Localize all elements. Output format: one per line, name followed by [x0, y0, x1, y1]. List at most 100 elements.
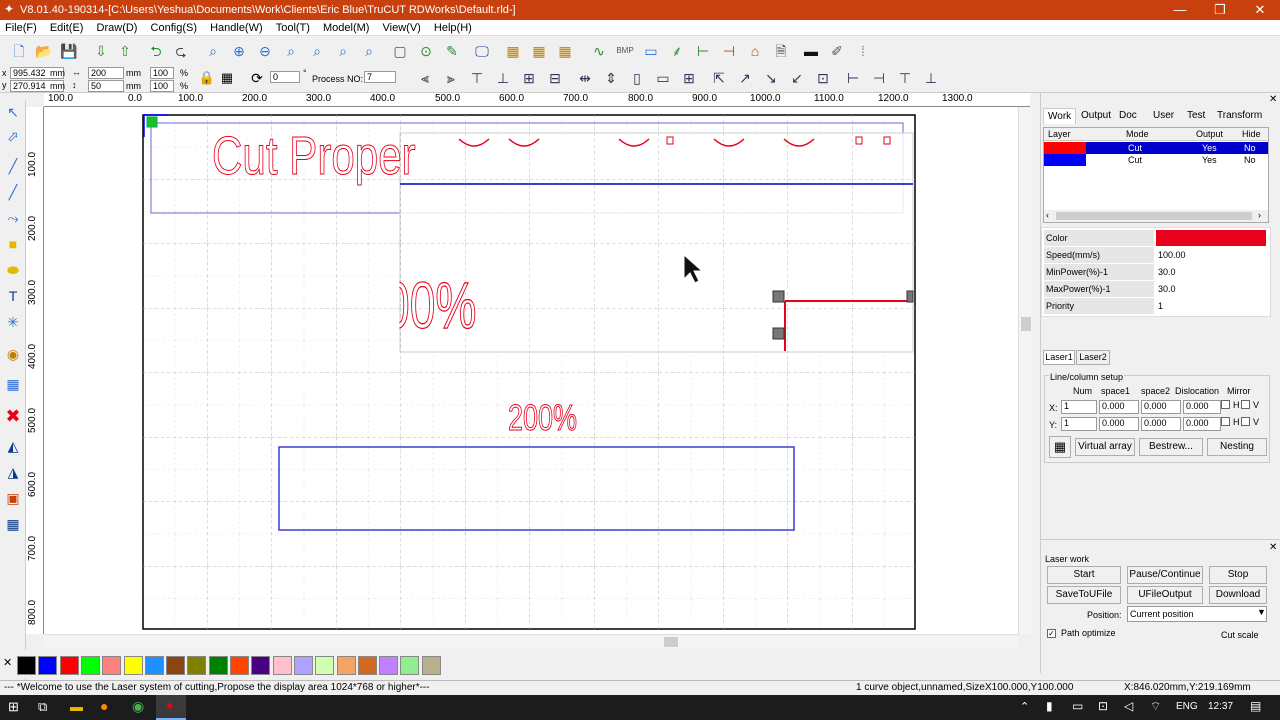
combine-icon[interactable]: ▦	[554, 40, 576, 62]
lc-x-space2[interactable]: 0.000	[1141, 400, 1181, 414]
measure-icon[interactable]: ⊢	[692, 40, 714, 62]
path-optimize-checkbox[interactable]: ✓	[1047, 629, 1056, 638]
layer-scroll-thumb[interactable]	[1056, 212, 1252, 220]
lc-y-dislocation[interactable]: 0.000	[1183, 417, 1221, 431]
lc-y-mirror-v-checkbox[interactable]	[1241, 417, 1250, 426]
zoom-select-icon[interactable]: ⌕	[332, 40, 354, 62]
dot-icon[interactable]: ✳	[3, 312, 23, 332]
language-indicator[interactable]: ENG	[1176, 701, 1198, 712]
virtual-array-button[interactable]: Virtual array	[1075, 438, 1135, 456]
ufile-output-button[interactable]: UFileOutput	[1127, 586, 1203, 604]
tab-doc[interactable]: Doc	[1115, 108, 1141, 123]
palette-swatch[interactable]	[272, 656, 292, 675]
menu-help[interactable]: Help(H)	[429, 20, 477, 36]
people-icon[interactable]: ⌃	[1020, 700, 1029, 713]
save-to-ufile-button[interactable]: SaveToUFile	[1047, 586, 1121, 604]
palette-swatch[interactable]	[17, 656, 36, 675]
tab-output[interactable]: Output	[1077, 108, 1115, 123]
text-tool-icon[interactable]: T	[3, 286, 23, 306]
bestrew-button[interactable]: Bestrew...	[1139, 438, 1203, 456]
file-explorer-icon[interactable]: ▬	[70, 699, 83, 714]
layer-hscrollbar[interactable]: ‹ ›	[1044, 210, 1268, 222]
menu-edit[interactable]: Edit(E)	[45, 20, 89, 36]
canvas-text-200pct[interactable]: 200%	[508, 397, 578, 439]
lc-x-dislocation[interactable]: 0.000	[1183, 400, 1221, 414]
lc-y-space1[interactable]: 0.000	[1099, 417, 1139, 431]
stop-button[interactable]: Stop	[1209, 566, 1267, 584]
dock-left-icon[interactable]: ⊢	[842, 67, 864, 89]
rdworks-icon[interactable]: ✦	[164, 698, 176, 715]
tab-transform[interactable]: Transform	[1213, 108, 1266, 123]
tab-user[interactable]: User	[1149, 108, 1178, 123]
ungroup-icon[interactable]: ▦	[528, 40, 550, 62]
canvas-text-cut-proper[interactable]: Cut Proper	[212, 125, 416, 187]
curve-tool-icon[interactable]: ⤳	[3, 208, 23, 228]
image-icon[interactable]: ◉	[3, 344, 23, 364]
save-icon[interactable]: 💾	[58, 40, 80, 62]
lc-y-space2[interactable]: 0.000	[1141, 417, 1181, 431]
notifications-icon[interactable]: ▤	[1250, 699, 1261, 713]
array-icon[interactable]: ▦	[3, 514, 23, 534]
prop-color-value[interactable]	[1156, 230, 1266, 246]
palette-swatch[interactable]	[400, 656, 420, 675]
tab-laser2[interactable]: Laser2	[1076, 350, 1110, 365]
undo-icon[interactable]: ⮌	[145, 40, 167, 62]
edit-curve-icon[interactable]: ✎	[441, 40, 463, 62]
polyline-icon[interactable]: ╱	[3, 182, 23, 202]
tree-icon[interactable]: ⸙	[666, 40, 688, 62]
maximize-button[interactable]: ❐	[1200, 0, 1240, 20]
move-center-icon[interactable]: ⊡	[812, 67, 834, 89]
monitor-icon[interactable]: 🖵	[471, 40, 493, 62]
hscroll-thumb[interactable]	[664, 637, 678, 647]
move-bottomleft-icon[interactable]: ↙	[786, 67, 808, 89]
zoom-page-icon[interactable]: ⌕	[306, 40, 328, 62]
rectangle-icon[interactable]: ■	[3, 234, 23, 254]
document-icon[interactable]: 🗎	[770, 40, 792, 62]
palette-swatch[interactable]	[357, 656, 377, 675]
dock-bottom-icon[interactable]: ⊥	[920, 67, 942, 89]
clock[interactable]: 12:37	[1208, 701, 1233, 712]
layer-color-icon[interactable]: ▣	[3, 488, 23, 508]
menu-file[interactable]: File(F)	[0, 20, 42, 36]
zoom-out-icon[interactable]: ⊖	[254, 40, 276, 62]
cutter-icon[interactable]: ⌂	[744, 40, 766, 62]
table-row[interactable]: Cut Yes No	[1044, 154, 1268, 166]
palette-swatch[interactable]	[230, 656, 249, 675]
move-bottomright-icon[interactable]: ↘	[760, 67, 782, 89]
volume-icon[interactable]: ◁	[1124, 699, 1133, 713]
prop-priority-value[interactable]: 1	[1156, 298, 1266, 314]
group-icon[interactable]: ▦	[502, 40, 524, 62]
prop-minpower-value[interactable]: 30.0	[1156, 264, 1266, 280]
pen-tool-icon[interactable]: ✐	[826, 40, 848, 62]
scale-x-field[interactable]: 100	[150, 67, 174, 79]
frame-icon[interactable]: ▢	[389, 40, 411, 62]
nesting-button[interactable]: Nesting	[1207, 438, 1267, 456]
bmp-icon[interactable]: BMP	[614, 40, 636, 62]
prop-speed-value[interactable]: 100.00	[1156, 247, 1266, 263]
chrome-icon[interactable]: ◉	[132, 698, 144, 715]
menu-view[interactable]: View(V)	[378, 20, 426, 36]
prop-maxpower-value[interactable]: 30.0	[1156, 281, 1266, 297]
horizontal-scrollbar[interactable]	[44, 634, 1018, 648]
menu-handle[interactable]: Handle(W)	[205, 20, 268, 36]
close-path-icon[interactable]: ⊣	[718, 40, 740, 62]
scale-toggle-icon[interactable]: ▦	[216, 67, 238, 89]
palette-swatch[interactable]	[80, 656, 100, 675]
rotate-field[interactable]: 0	[270, 71, 300, 83]
laser-work-close-icon[interactable]: ✕	[1269, 542, 1277, 553]
cut-scale-label[interactable]: Cut scale	[1221, 630, 1259, 640]
delete-icon[interactable]: ✖	[3, 406, 23, 426]
position-select[interactable]: Current position	[1127, 606, 1267, 622]
open-folder-icon[interactable]: 📂	[33, 40, 55, 62]
minimize-button[interactable]: —	[1160, 0, 1200, 20]
usb-icon[interactable]: ▮	[1046, 699, 1053, 713]
dock-top-icon[interactable]: ⊤	[894, 67, 916, 89]
scale-y-field[interactable]: 100	[150, 80, 174, 92]
palette-swatch[interactable]	[379, 656, 399, 675]
palette-swatch[interactable]	[315, 656, 335, 675]
table-row[interactable]: Cut Yes No	[1044, 142, 1268, 154]
dock-right-icon[interactable]: ⊣	[868, 67, 890, 89]
lc-y-mirror-h-checkbox[interactable]	[1221, 417, 1230, 426]
mirror-v-icon[interactable]: ◮	[3, 462, 23, 482]
mirror-h-icon[interactable]: ◭	[3, 436, 23, 456]
